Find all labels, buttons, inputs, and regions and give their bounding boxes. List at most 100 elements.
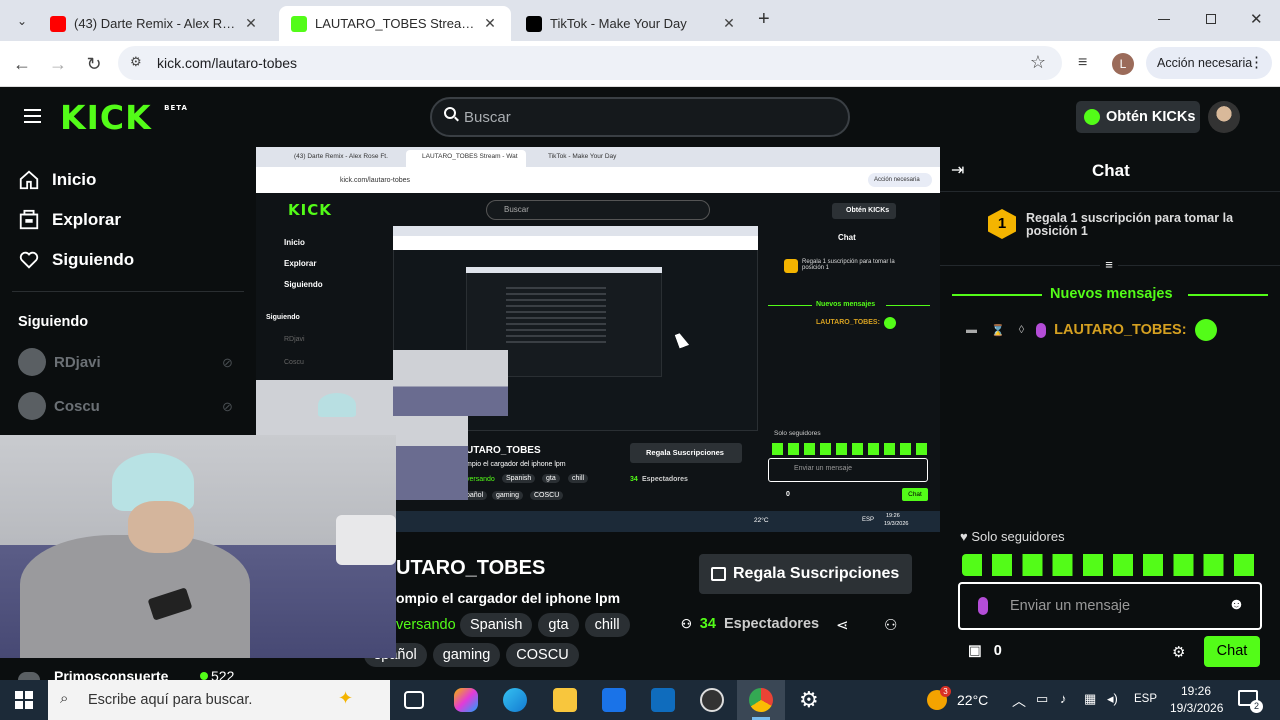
chat-send-button[interactable]: Chat <box>1204 636 1260 667</box>
task-view-icon[interactable] <box>404 691 424 709</box>
new-messages-label: Nuevos mensajes <box>1050 286 1173 302</box>
restore-icon[interactable] <box>1206 14 1216 24</box>
nested-new-msg-line-r <box>886 305 930 306</box>
file-explorer-icon[interactable] <box>553 688 577 712</box>
nested-viewers-label: Espectadores <box>642 476 688 483</box>
close-tab-icon[interactable]: ✕ <box>242 15 260 32</box>
tag-chip[interactable]: gaming <box>432 643 501 667</box>
collapse-chat-icon[interactable]: ⇥ <box>951 160 964 180</box>
back-arrow-icon[interactable]: ← <box>9 51 35 77</box>
nested-channel-name: UTARO_TOBES <box>466 445 541 456</box>
minimize-icon[interactable] <box>1158 19 1170 20</box>
tab-kick[interactable]: LAUTARO_TOBES Stream - Watch ✕ <box>279 6 511 41</box>
gift-icon <box>711 567 726 581</box>
follow-user-icon[interactable]: ⚇ <box>884 616 897 634</box>
search-input[interactable]: Buscar <box>430 97 850 137</box>
nested-input-text: Enviar un mensaje <box>794 465 852 472</box>
chat-settings-gear-icon[interactable]: ⚙ <box>1172 643 1185 661</box>
outlook-icon[interactable] <box>651 688 675 712</box>
store-icon[interactable] <box>602 688 626 712</box>
viewers-icon: ⚇ <box>681 617 692 631</box>
battery-icon[interactable]: ▭ <box>1036 691 1048 707</box>
nested-viewers-count: 34 <box>630 476 638 483</box>
more-vert-icon: ⋮ <box>1249 54 1264 71</box>
address-bar[interactable]: ⚙ kick.com/lautaro-tobes ☆ <box>118 46 1062 80</box>
volume-icon[interactable]: ◂) <box>1107 691 1118 707</box>
clock-date[interactable]: 19/3/2026 <box>1170 701 1223 715</box>
viewers-number: 34 <box>699 616 716 632</box>
settings-gear-icon[interactable]: ⚙ <box>799 687 819 713</box>
windows-start-icon[interactable] <box>15 691 33 709</box>
nested-gift-rank <box>784 259 798 273</box>
expand-pinned-icon[interactable]: ≡ <box>1100 257 1118 273</box>
timeout-icon[interactable]: ⌛ <box>991 324 1005 337</box>
forward-arrow-icon[interactable]: → <box>45 51 71 77</box>
nested-following-1: Coscu <box>284 359 304 366</box>
share-icon[interactable]: ⋖ <box>836 616 849 634</box>
gift-subscriptions-button[interactable]: Regala Suscripciones <box>699 554 912 594</box>
emoji-icon[interactable]: ☻ <box>1228 596 1245 614</box>
action-needed-button[interactable]: Acción necesaria ⋮ <box>1146 47 1272 79</box>
sidebar-item-siguiendo[interactable]: Siguiendo <box>18 249 134 271</box>
tab-tiktok[interactable]: TikTok - Make Your Day ✕ <box>514 6 750 41</box>
sidebar-item-explorar[interactable]: Explorar <box>18 209 121 231</box>
green-emote-icon <box>1194 319 1217 341</box>
chat-input[interactable]: Enviar un mensaje ☻ <box>958 582 1262 630</box>
trash-icon[interactable]: ▬ <box>966 324 977 336</box>
youtube-icon <box>50 15 66 32</box>
chat-input-placeholder: Enviar un mensaje <box>1010 598 1131 614</box>
user-avatar[interactable] <box>1208 101 1240 133</box>
clock-time[interactable]: 19:26 <box>1181 684 1211 698</box>
viewers-label: Espectadores <box>723 616 820 632</box>
nested-inner-list <box>506 287 606 347</box>
language-indicator[interactable]: ESP <box>1134 693 1157 705</box>
channel-title: ompio el cargador del iphone lpm <box>396 590 621 606</box>
profile-avatar[interactable]: L <box>1112 53 1134 75</box>
mic-icon[interactable]: ♪ <box>1060 691 1067 706</box>
category-link[interactable]: versando <box>396 617 456 633</box>
nested-inner-toolbar <box>393 236 758 250</box>
temperature: 22°C <box>957 692 989 708</box>
copilot-icon[interactable] <box>454 688 478 712</box>
shield-icon[interactable]: ◊ <box>1019 324 1024 336</box>
tab-search-button[interactable]: ⌄ <box>10 10 34 32</box>
site-info-icon[interactable]: ⚙ <box>130 54 142 70</box>
close-tab-icon[interactable]: ✕ <box>720 15 738 32</box>
new-tab-button[interactable]: + <box>758 8 770 31</box>
offline-eye-icon: ⊘ <box>222 355 233 370</box>
network-icon[interactable]: ▦ <box>1084 691 1096 707</box>
kick-logo[interactable]: KICK BETA <box>60 98 188 137</box>
recommended-viewers: 522 <box>211 668 235 680</box>
nested-message-user: LAUTARO_TOBES: <box>816 319 880 326</box>
tray-overflow-icon[interactable]: ︿ <box>1012 691 1026 711</box>
tab-title: TikTok - Make Your Day <box>550 16 687 31</box>
recommended-channel-name[interactable]: Primosconsuerte <box>54 668 168 680</box>
obs-icon[interactable] <box>700 688 724 712</box>
sidebar-item-inicio[interactable]: Inicio <box>18 169 96 191</box>
tab-youtube[interactable]: (43) Darte Remix - Alex Rose Ft. ✕ <box>38 6 272 41</box>
following-item-coscu[interactable]: Coscu <box>18 392 100 420</box>
following-item-rdjavi[interactable]: RDjavi <box>18 348 101 376</box>
chrome-icon[interactable] <box>749 688 773 712</box>
gift-prompt[interactable]: Regala 1 suscripción para tomar la posic… <box>1026 212 1236 238</box>
tag-chip[interactable]: chill <box>584 613 630 637</box>
media-control-icon[interactable]: ≡ <box>1078 54 1087 72</box>
tag-row-1: Spanish gta chill <box>460 613 636 637</box>
tag-row-2: spañolgamingCOSCU <box>364 643 585 667</box>
bookmark-star-icon[interactable]: ☆ <box>1030 52 1046 73</box>
recommended-avatar <box>18 672 40 680</box>
chat-username[interactable]: LAUTARO_TOBES: <box>1054 322 1186 338</box>
hamburger-menu-icon[interactable] <box>24 109 41 123</box>
tag-chip[interactable]: Spanish <box>460 613 533 637</box>
webcam-overlay <box>0 435 396 658</box>
tag-chip[interactable]: gta <box>538 613 579 637</box>
close-tab-icon[interactable]: ✕ <box>481 15 499 32</box>
points-display[interactable]: ▣ 0 <box>968 643 1002 659</box>
tag-chip[interactable]: COSCU <box>506 643 579 667</box>
get-kicks-button[interactable]: Obtén KICKs <box>1076 101 1200 133</box>
reload-icon[interactable]: ↻ <box>81 51 107 77</box>
emote-row[interactable] <box>962 554 1262 576</box>
close-window-icon[interactable]: ✕ <box>1250 10 1263 28</box>
taskbar-search-input[interactable]: ⌕ Escribe aquí para buscar. ✦ <box>48 680 390 720</box>
edge-icon[interactable] <box>503 688 527 712</box>
